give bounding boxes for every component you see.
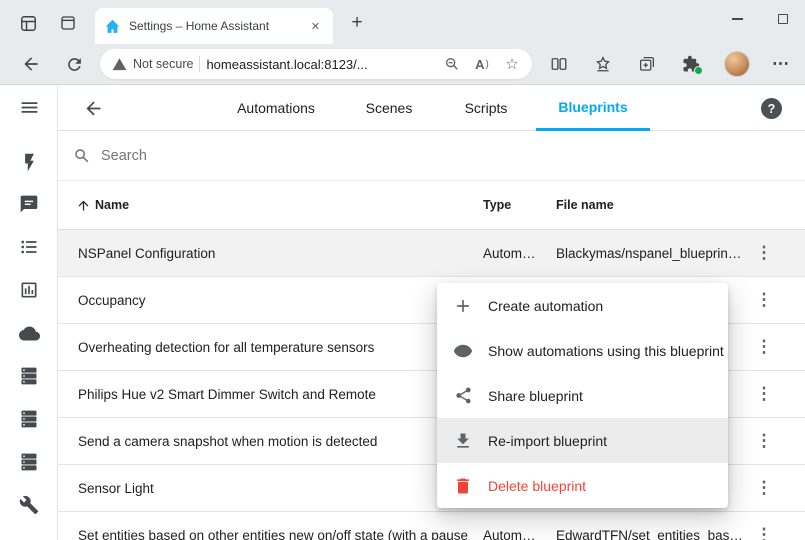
zoom-icon[interactable] xyxy=(440,52,464,76)
eye-icon xyxy=(452,340,474,362)
row-name: Occupancy xyxy=(78,277,146,323)
search-bar[interactable]: Search xyxy=(58,131,805,181)
help-icon[interactable]: ? xyxy=(761,98,782,119)
row-type: Autom… xyxy=(483,230,536,276)
download-icon xyxy=(452,430,474,452)
row-overflow-menu-icon[interactable]: ⋮ xyxy=(752,429,776,453)
menu-item-reimport-blueprint[interactable]: Re-import blueprint xyxy=(437,418,728,463)
browser-window: Settings – Home Assistant ✕ + Not secure… xyxy=(0,0,805,540)
developer-tools-icon[interactable] xyxy=(17,493,41,517)
minimize-icon[interactable] xyxy=(715,0,760,38)
ha-header: Automations Scenes Scripts Blueprints ? xyxy=(58,85,805,131)
address-divider xyxy=(199,56,200,72)
address-bar[interactable]: Not secure homeassistant.local:8123/... … xyxy=(100,49,532,79)
new-tab-button[interactable]: + xyxy=(345,11,369,35)
status-badge xyxy=(694,66,703,75)
tab-scripts[interactable]: Scripts xyxy=(441,85,531,131)
row-overflow-menu-icon[interactable]: ⋮ xyxy=(752,523,776,540)
profile-avatar[interactable] xyxy=(724,51,750,77)
menu-item-delete-blueprint[interactable]: Delete blueprint xyxy=(437,463,728,508)
row-name: Philips Hue v2 Smart Dimmer Switch and R… xyxy=(78,371,376,417)
nas-icon[interactable] xyxy=(17,407,41,431)
context-menu: Create automation Show automations using… xyxy=(437,283,728,508)
row-overflow-menu-icon[interactable]: ⋮ xyxy=(752,335,776,359)
favorite-star-icon[interactable]: ☆ xyxy=(500,52,524,76)
row-name: Overheating detection for all temperatur… xyxy=(78,324,374,370)
table-row[interactable]: Set entities based on other entities new… xyxy=(58,512,805,540)
browser-toolbar: Not secure homeassistant.local:8123/... … xyxy=(0,44,805,85)
row-file: Blackymas/nspanel_blueprin… xyxy=(556,230,741,276)
search-placeholder: Search xyxy=(101,148,147,164)
settings-more-icon[interactable]: ⋯ xyxy=(766,49,796,79)
favorites-icon[interactable] xyxy=(588,49,618,79)
workspaces-icon[interactable] xyxy=(16,11,40,35)
plus-icon xyxy=(452,295,474,317)
row-name: Sensor Light xyxy=(78,465,154,511)
sort-ascending-icon xyxy=(76,198,91,213)
browser-titlebar: Settings – Home Assistant ✕ + xyxy=(0,0,805,44)
tab-close-icon[interactable]: ✕ xyxy=(307,18,324,35)
server-icon[interactable] xyxy=(17,364,41,388)
split-screen-icon[interactable] xyxy=(544,49,574,79)
window-controls xyxy=(715,0,805,38)
back-icon[interactable] xyxy=(16,49,46,79)
menu-item-show-automations[interactable]: Show automations using this blueprint xyxy=(437,328,728,373)
ha-back-icon[interactable] xyxy=(82,97,104,119)
table-row-nspanel[interactable]: NSPanel Configuration Autom… Blackymas/n… xyxy=(58,230,805,277)
row-overflow-menu-icon[interactable]: ⋮ xyxy=(752,382,776,406)
column-file[interactable]: File name xyxy=(556,181,614,229)
tab-scenes[interactable]: Scenes xyxy=(344,85,434,131)
read-aloud-icon[interactable]: A) xyxy=(470,52,494,76)
row-name: Set entities based on other entities new… xyxy=(78,512,468,540)
row-overflow-menu-icon[interactable]: ⋮ xyxy=(752,476,776,500)
tab-title: Settings – Home Assistant xyxy=(129,19,299,33)
menu-item-create-automation[interactable]: Create automation xyxy=(437,283,728,328)
assist-chat-icon[interactable] xyxy=(17,192,41,216)
tab-blueprints[interactable]: Blueprints xyxy=(536,85,650,131)
row-name: NSPanel Configuration xyxy=(78,230,215,276)
row-name: Send a camera snapshot when motion is de… xyxy=(78,418,377,464)
refresh-icon[interactable] xyxy=(59,49,89,79)
share-icon xyxy=(452,385,474,407)
storage-icon[interactable] xyxy=(17,450,41,474)
menu-item-share-blueprint[interactable]: Share blueprint xyxy=(437,373,728,418)
menu-icon[interactable] xyxy=(17,95,41,119)
ha-sidebar xyxy=(0,85,58,540)
tab-actions-icon[interactable] xyxy=(56,11,80,35)
ha-app: Automations Scenes Scripts Blueprints ? … xyxy=(0,85,805,540)
row-file: EdwardTFN/set_entities_bas… xyxy=(556,512,743,540)
url-text[interactable]: homeassistant.local:8123/... xyxy=(206,57,434,72)
tab-automations[interactable]: Automations xyxy=(211,85,341,131)
column-name[interactable]: Name xyxy=(76,181,129,229)
extensions-icon[interactable] xyxy=(676,49,706,79)
not-secure-icon xyxy=(112,57,127,72)
browser-tab[interactable]: Settings – Home Assistant ✕ xyxy=(95,8,333,44)
row-overflow-menu-icon[interactable]: ⋮ xyxy=(752,241,776,265)
cloud-icon[interactable] xyxy=(17,321,41,345)
collections-icon[interactable] xyxy=(632,49,662,79)
maximize-icon[interactable] xyxy=(760,0,805,38)
row-overflow-menu-icon[interactable]: ⋮ xyxy=(752,288,776,312)
search-icon xyxy=(73,147,91,165)
table-header: Name Type File name xyxy=(58,181,805,230)
todo-list-icon[interactable] xyxy=(17,235,41,259)
column-type[interactable]: Type xyxy=(483,181,511,229)
home-assistant-favicon xyxy=(104,18,121,35)
trash-icon xyxy=(452,475,474,497)
energy-icon[interactable] xyxy=(17,150,41,174)
security-label: Not secure xyxy=(133,57,193,71)
row-type: Autom… xyxy=(483,512,536,540)
history-icon[interactable] xyxy=(17,278,41,302)
